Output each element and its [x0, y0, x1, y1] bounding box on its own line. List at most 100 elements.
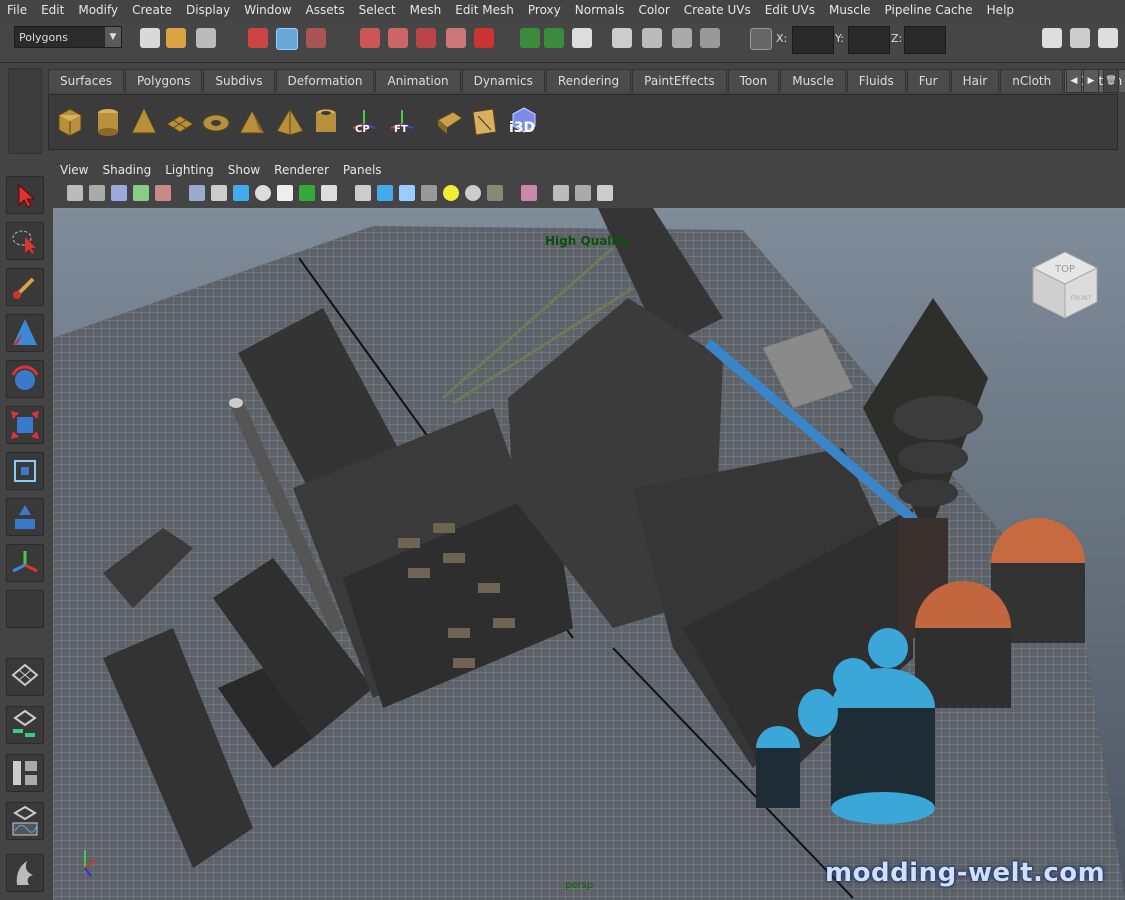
- construction-history-icon[interactable]: [572, 28, 592, 48]
- make-live-icon[interactable]: [474, 28, 494, 48]
- panel-menu-show[interactable]: Show: [221, 163, 267, 177]
- shelf-tab-polygons[interactable]: Polygons: [124, 69, 203, 92]
- poly-cube-icon[interactable]: [55, 106, 85, 138]
- move-tool-icon[interactable]: [6, 314, 44, 352]
- snap-grid-icon[interactable]: [360, 28, 380, 48]
- poly-prism-icon[interactable]: [237, 106, 267, 138]
- panel-menu-lighting[interactable]: Lighting: [158, 163, 221, 177]
- camera-attributes-icon[interactable]: [89, 185, 105, 201]
- shelf-prev-icon[interactable]: ◀: [1066, 69, 1082, 93]
- y-input[interactable]: [848, 26, 890, 54]
- menu-edit-mesh[interactable]: Edit Mesh: [448, 3, 521, 17]
- render-frame-icon[interactable]: [642, 28, 662, 48]
- panel-menu-shading[interactable]: Shading: [95, 163, 158, 177]
- use-all-lights-icon[interactable]: [443, 185, 459, 201]
- scale-tool-icon[interactable]: [6, 406, 44, 444]
- isolate-select-icon[interactable]: [521, 185, 537, 201]
- snap-point-icon[interactable]: [416, 28, 436, 48]
- menu-create-uvs[interactable]: Create UVs: [677, 3, 758, 17]
- shelf-tab-fluids[interactable]: Fluids: [846, 69, 906, 92]
- menu-pipeline-cache[interactable]: Pipeline Cache: [878, 3, 980, 17]
- grid-toggle-icon[interactable]: [189, 185, 205, 201]
- snap-curve-icon[interactable]: [388, 28, 408, 48]
- shelf-tab-hair[interactable]: Hair: [950, 69, 1000, 92]
- safe-action-icon[interactable]: [277, 185, 293, 201]
- text-icon[interactable]: [321, 185, 337, 201]
- poly-plane-icon[interactable]: [165, 106, 195, 138]
- wireframe-on-shaded-icon[interactable]: [399, 185, 415, 201]
- shelf-tab-surfaces[interactable]: Surfaces: [48, 69, 124, 92]
- ipr-render-icon[interactable]: [672, 28, 692, 48]
- textured-icon[interactable]: [421, 185, 437, 201]
- share-icon[interactable]: [597, 185, 613, 201]
- z-input[interactable]: [904, 26, 946, 54]
- save-scene-icon[interactable]: [196, 28, 216, 48]
- i3d-icon[interactable]: i3D: [507, 106, 541, 138]
- soft-modification-icon[interactable]: [6, 498, 44, 536]
- shelf-tab-fur[interactable]: Fur: [906, 69, 950, 92]
- shelf-tab-dynamics[interactable]: Dynamics: [461, 69, 545, 92]
- universal-manipulator-icon[interactable]: [6, 452, 44, 490]
- select-object-icon[interactable]: [276, 28, 298, 50]
- high-quality-icon[interactable]: [487, 185, 503, 201]
- menu-file[interactable]: File: [0, 3, 34, 17]
- select-tool-icon[interactable]: [6, 176, 44, 214]
- menu-color[interactable]: Color: [631, 3, 676, 17]
- shelf-tab-deformation[interactable]: Deformation: [275, 69, 375, 92]
- safe-title-icon[interactable]: [299, 185, 315, 201]
- snap-view-plane-icon[interactable]: [446, 28, 466, 48]
- lasso-tool-icon[interactable]: [6, 222, 44, 260]
- absolute-transform-icon[interactable]: [750, 28, 772, 50]
- menu-help[interactable]: Help: [980, 3, 1021, 17]
- menu-modify[interactable]: Modify: [71, 3, 125, 17]
- input-ops-icon[interactable]: [520, 28, 540, 48]
- resolution-gate-icon[interactable]: [211, 185, 227, 201]
- poly-torus-icon[interactable]: [201, 106, 231, 138]
- rotate-tool-icon[interactable]: [6, 360, 44, 398]
- xray-icon[interactable]: [553, 185, 569, 201]
- paint-select-tool-icon[interactable]: [6, 268, 44, 306]
- shadows-icon[interactable]: [465, 185, 481, 201]
- perspective-viewport[interactable]: High Quality TOP FRONT persp modding-wel…: [53, 208, 1125, 900]
- menu-muscle[interactable]: Muscle: [822, 3, 878, 17]
- gate-mask-icon[interactable]: [233, 185, 249, 201]
- film-gate-icon[interactable]: [155, 185, 171, 201]
- menu-normals[interactable]: Normals: [568, 3, 632, 17]
- shelf-tab-muscle[interactable]: Muscle: [780, 69, 846, 92]
- poly-cone-icon[interactable]: [129, 106, 159, 138]
- render-settings-icon[interactable]: [700, 28, 720, 48]
- xray-joints-icon[interactable]: [575, 185, 591, 201]
- panel-menu-panels[interactable]: Panels: [336, 163, 389, 177]
- select-component-icon[interactable]: [306, 28, 326, 48]
- menu-edit[interactable]: Edit: [34, 3, 71, 17]
- menu-edit-uvs[interactable]: Edit UVs: [758, 3, 822, 17]
- menu-window[interactable]: Window: [237, 3, 298, 17]
- last-tool-slot[interactable]: [6, 590, 44, 628]
- shelf-next-icon[interactable]: ▶: [1083, 69, 1099, 93]
- select-hierarchy-icon[interactable]: [248, 28, 268, 48]
- field-chart-icon[interactable]: [255, 185, 271, 201]
- menu-proxy[interactable]: Proxy: [521, 3, 568, 17]
- select-camera-icon[interactable]: [67, 185, 83, 201]
- uv-layout-icon[interactable]: [469, 106, 499, 138]
- poly-pipe-icon[interactable]: [311, 106, 341, 138]
- shelf-tab-ncloth[interactable]: nCloth: [1000, 69, 1064, 92]
- menu-display[interactable]: Display: [179, 3, 237, 17]
- shelf-tab-rendering[interactable]: Rendering: [545, 69, 632, 92]
- wireframe-icon[interactable]: [355, 185, 371, 201]
- open-scene-icon[interactable]: [166, 28, 186, 48]
- menu-create[interactable]: Create: [125, 3, 179, 17]
- shelf-tab-animation[interactable]: Animation: [375, 69, 461, 92]
- panel-menu-renderer[interactable]: Renderer: [267, 163, 336, 177]
- viewcube[interactable]: TOP FRONT: [1029, 248, 1101, 320]
- poly-cylinder-icon[interactable]: [93, 106, 123, 138]
- graph-layout-icon[interactable]: [6, 802, 44, 840]
- shelf-trash-icon[interactable]: 🗑: [1103, 69, 1119, 93]
- menu-mesh[interactable]: Mesh: [403, 3, 449, 17]
- tool-settings-icon[interactable]: [1070, 28, 1090, 48]
- x-input[interactable]: [792, 26, 834, 54]
- smooth-shade-icon[interactable]: [377, 185, 393, 201]
- shelf-menu-button[interactable]: [8, 68, 42, 154]
- bevel-icon[interactable]: [435, 106, 465, 138]
- channel-box-icon[interactable]: [1098, 28, 1118, 48]
